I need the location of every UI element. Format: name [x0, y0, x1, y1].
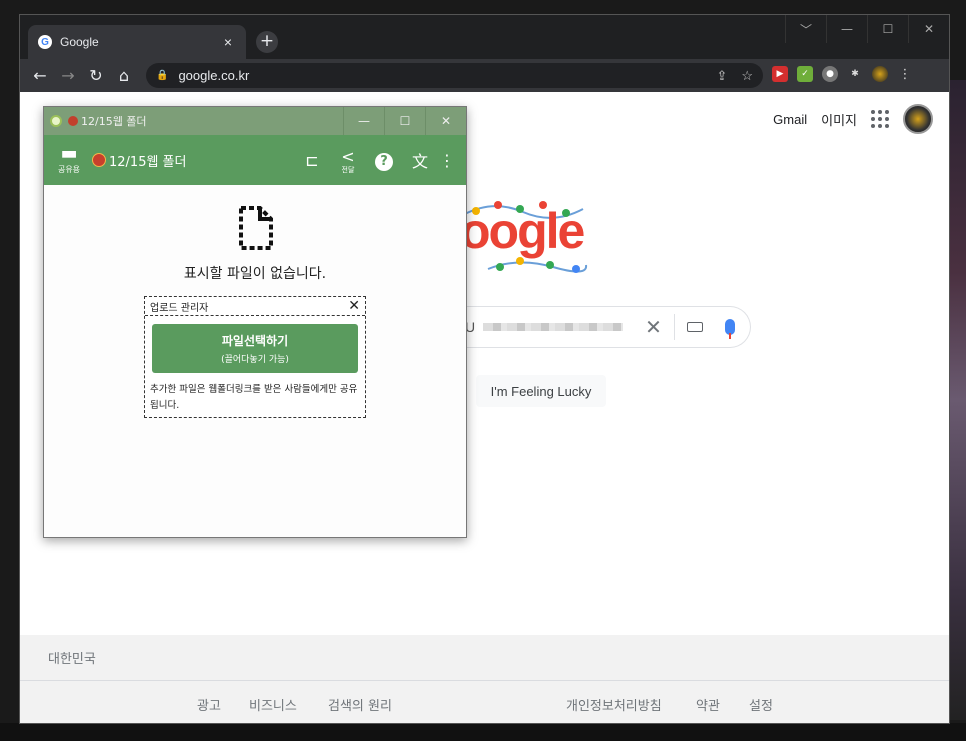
profile-avatar-icon[interactable]: [872, 66, 888, 82]
account-avatar[interactable]: [903, 104, 933, 134]
web-folder-window: 12/15웹 폴더 — ☐ ✕ ▬ 공유용 12/15웹 폴더 ⊏ < 전달 ?…: [43, 106, 467, 538]
tab-search-button[interactable]: ﹀: [785, 15, 826, 43]
upload-manager-title: 업로드 관리자: [150, 302, 209, 314]
folder-label: 공유용: [57, 165, 81, 174]
feeling-lucky-button[interactable]: I'm Feeling Lucky: [476, 375, 606, 407]
app-titlebar: 12/15웹 폴더 — ☐ ✕: [44, 107, 466, 135]
footer-country: 대한민국: [20, 635, 949, 681]
extension-red-icon[interactable]: ▶: [772, 66, 788, 82]
minimize-button[interactable]: —: [826, 15, 867, 43]
extensions-row: ▶ ✓ ● ✱ ⋮: [772, 66, 913, 82]
app-minimize-button[interactable]: —: [343, 107, 384, 135]
upload-close-icon[interactable]: ✕: [348, 298, 360, 314]
help-icon: ?: [375, 152, 393, 171]
reload-icon[interactable]: ↻: [82, 66, 110, 85]
clear-search-icon[interactable]: ✕: [645, 315, 662, 340]
search-text-blurred: [483, 323, 624, 331]
keyboard-icon[interactable]: [686, 322, 703, 332]
google-footer: 대한민국 광고 비즈니스 검색의 원리 개인정보처리방침 약관 설정: [20, 635, 949, 723]
share-label: 전달: [341, 165, 355, 174]
home-icon[interactable]: ⌂: [110, 66, 138, 85]
search-box[interactable]: U ✕: [420, 306, 751, 348]
app-maximize-button[interactable]: ☐: [384, 107, 425, 135]
app-close-button[interactable]: ✕: [425, 107, 466, 135]
share-button[interactable]: < 전달: [330, 147, 366, 174]
tab-close-icon[interactable]: ×: [220, 34, 236, 50]
select-file-button[interactable]: 파일선택하기 (끌어다놓기 가능): [152, 324, 358, 373]
help-button[interactable]: ?: [366, 150, 402, 171]
footer-links: 광고 비즈니스 검색의 원리 개인정보처리방침 약관 설정: [20, 681, 949, 723]
footer-ad-link[interactable]: 광고: [197, 695, 221, 714]
images-link[interactable]: 이미지: [821, 110, 857, 129]
empty-file-icon: [239, 206, 273, 250]
footer-business-link[interactable]: 비즈니스: [249, 695, 297, 714]
browser-window-controls: ﹀ — ☐ ✕: [785, 15, 949, 43]
share-icon: <: [341, 146, 355, 166]
microphone-icon[interactable]: [724, 319, 735, 339]
desktop-taskbar-edge: [0, 723, 966, 741]
footer-how-search-works-link[interactable]: 검색의 원리: [328, 695, 392, 714]
close-button[interactable]: ✕: [908, 15, 949, 43]
folder-emblem-icon: [68, 116, 78, 126]
apps-grid-icon[interactable]: [871, 110, 889, 128]
extensions-puzzle-icon[interactable]: ✱: [847, 66, 863, 82]
tab-google[interactable]: G Google ×: [28, 25, 246, 59]
new-tab-button[interactable]: +: [256, 31, 278, 53]
app-body: 표시할 파일이 없습니다. 업로드 관리자 ✕ 파일선택하기 (끌어다놓기 가능…: [44, 185, 466, 537]
shared-folder-button[interactable]: ▬ 공유용: [54, 145, 84, 175]
url-text: google.co.kr: [178, 68, 250, 83]
lock-icon: 🔒: [156, 70, 169, 81]
more-menu-icon[interactable]: ⋮: [438, 151, 456, 170]
folder-emblem-icon: [92, 153, 106, 167]
back-icon[interactable]: ←: [26, 66, 54, 85]
app-window-title: 12/15웹 폴더: [81, 115, 147, 128]
google-favicon-icon: G: [38, 35, 52, 49]
translate-icon[interactable]: 文: [402, 148, 438, 172]
upload-manager-header: 업로드 관리자 ✕: [145, 297, 365, 316]
address-bar[interactable]: 🔒 google.co.kr ⇪ ☆: [146, 63, 763, 88]
extension-gray-icon[interactable]: ●: [822, 66, 838, 82]
share-page-icon[interactable]: ⇪: [716, 68, 727, 84]
forward-icon[interactable]: →: [54, 66, 82, 85]
upload-manager[interactable]: 업로드 관리자 ✕ 파일선택하기 (끌어다놓기 가능) 추가한 파일은 웹폴더링…: [144, 296, 366, 418]
search-divider: [673, 314, 675, 340]
google-doodle-logo[interactable]: oogle: [460, 202, 585, 260]
footer-terms-link[interactable]: 약관: [696, 695, 720, 714]
rename-icon[interactable]: ⊏: [294, 151, 330, 170]
google-top-links: Gmail 이미지: [773, 104, 933, 134]
footer-privacy-link[interactable]: 개인정보처리방침: [566, 695, 662, 714]
browser-toolbar: ← → ↻ ⌂ 🔒 google.co.kr ⇪ ☆ ▶ ✓ ● ✱ ⋮: [20, 59, 949, 92]
select-file-label: 파일선택하기: [221, 334, 289, 348]
drag-drop-hint: (끌어다놓기 가능): [221, 355, 289, 365]
bookmark-star-icon[interactable]: ☆: [741, 68, 753, 84]
app-status-icon: [50, 115, 62, 127]
maximize-button[interactable]: ☐: [867, 15, 908, 43]
menu-kebab-icon[interactable]: ⋮: [897, 66, 913, 82]
footer-settings-link[interactable]: 설정: [749, 695, 773, 714]
tab-title: Google: [60, 35, 99, 49]
extension-shield-icon[interactable]: ✓: [797, 66, 813, 82]
app-header-title: 12/15웹 폴더: [109, 154, 187, 170]
tab-strip: G Google × + ﹀ — ☐ ✕: [20, 15, 949, 59]
folder-open-icon: ▬: [60, 143, 78, 164]
upload-note: 추가한 파일은 웹폴더링크를 받은 사람들에게만 공유됩니다.: [150, 384, 358, 411]
gmail-link[interactable]: Gmail: [773, 112, 807, 127]
app-header: ▬ 공유용 12/15웹 폴더 ⊏ < 전달 ? 文 ⋮: [44, 135, 466, 185]
empty-message: 표시할 파일이 없습니다.: [183, 266, 327, 282]
